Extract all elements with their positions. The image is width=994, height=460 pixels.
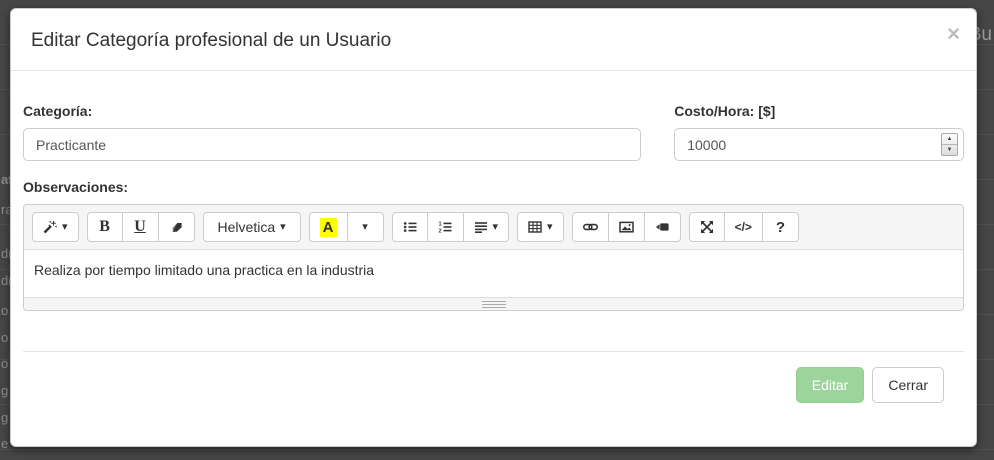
categoria-label: Categoría: bbox=[23, 103, 641, 119]
font-color-icon: A bbox=[320, 218, 337, 237]
numbered-list-icon: 1 2 bbox=[438, 220, 452, 234]
chevron-down-icon: ▾ bbox=[362, 222, 368, 233]
svg-text:2: 2 bbox=[439, 228, 442, 234]
style-group: ▾ bbox=[32, 212, 79, 242]
video-icon bbox=[655, 220, 670, 234]
svg-text:1: 1 bbox=[439, 221, 442, 227]
chevron-down-icon: ▾ bbox=[280, 222, 286, 233]
font-color-button[interactable]: A bbox=[309, 212, 348, 242]
color-group: A ▾ bbox=[309, 212, 384, 242]
paragraph-group: 1 2 ▾ bbox=[392, 212, 510, 242]
bold-button[interactable]: B bbox=[87, 212, 123, 242]
clear-format-button[interactable] bbox=[159, 212, 195, 242]
paragraph-align-dropdown[interactable]: ▾ bbox=[464, 212, 510, 242]
background-text-fragment: g bbox=[1, 410, 8, 425]
categoria-input[interactable] bbox=[23, 128, 641, 161]
background-text-fragment: o bbox=[1, 356, 8, 371]
underline-button[interactable]: U bbox=[123, 212, 159, 242]
misc-group: </> ? bbox=[689, 212, 799, 242]
cerrar-button[interactable]: Cerrar bbox=[872, 367, 944, 403]
ordered-list-button[interactable]: 1 2 bbox=[428, 212, 464, 242]
bullet-list-icon bbox=[403, 220, 417, 234]
font-family-value: Helvetica bbox=[218, 219, 276, 235]
font-family-dropdown[interactable]: Helvetica ▾ bbox=[203, 212, 301, 242]
fullscreen-icon bbox=[700, 220, 714, 234]
insert-link-button[interactable] bbox=[572, 212, 609, 242]
spinner-down-icon[interactable]: ▼ bbox=[942, 145, 957, 155]
unordered-list-button[interactable] bbox=[392, 212, 428, 242]
spinner-up-icon[interactable]: ▲ bbox=[942, 134, 957, 145]
modal-body: Categoría: Costo/Hora: [$] ▲ ▼ Observaci… bbox=[11, 71, 976, 418]
magic-style-button[interactable]: ▾ bbox=[32, 212, 79, 242]
help-button[interactable]: ? bbox=[763, 212, 799, 242]
modal-footer: Editar Cerrar bbox=[23, 351, 964, 418]
insert-image-button[interactable] bbox=[609, 212, 645, 242]
close-icon[interactable]: × bbox=[947, 23, 960, 45]
chevron-down-icon: ▾ bbox=[62, 222, 68, 233]
chevron-down-icon: ▾ bbox=[547, 222, 553, 233]
magic-wand-icon bbox=[43, 220, 57, 234]
font-style-group: B U bbox=[87, 212, 195, 242]
fullscreen-button[interactable] bbox=[689, 212, 725, 242]
edit-category-modal: Editar Categoría profesional de un Usuar… bbox=[10, 8, 977, 447]
align-lines-icon bbox=[474, 220, 488, 234]
costo-hora-label: Costo/Hora: [$] bbox=[674, 103, 964, 119]
table-dropdown[interactable]: ▾ bbox=[517, 212, 564, 242]
code-icon: </> bbox=[735, 220, 752, 234]
rich-text-editor: ▾ B U bbox=[23, 204, 964, 311]
question-icon: ? bbox=[776, 219, 785, 236]
observaciones-editor-area[interactable]: Realiza por tiempo limitado una practica… bbox=[24, 250, 963, 297]
editor-resize-bar[interactable] bbox=[24, 297, 963, 310]
link-icon bbox=[583, 220, 598, 234]
underline-icon: U bbox=[134, 218, 146, 236]
number-spinner: ▲ ▼ bbox=[941, 133, 958, 156]
chevron-down-icon: ▾ bbox=[493, 222, 499, 233]
editor-toolbar: ▾ B U bbox=[24, 205, 963, 250]
insert-video-button[interactable] bbox=[645, 212, 681, 242]
background-text-fragment: o bbox=[1, 303, 8, 318]
background-text-fragment: e bbox=[1, 436, 8, 451]
code-view-button[interactable]: </> bbox=[725, 212, 763, 242]
background-text-fragment: g bbox=[1, 383, 8, 398]
resize-grip-icon bbox=[482, 301, 506, 308]
image-icon bbox=[619, 220, 634, 234]
table-group: ▾ bbox=[517, 212, 564, 242]
font-family-group: Helvetica ▾ bbox=[203, 212, 301, 242]
observaciones-label: Observaciones: bbox=[23, 179, 964, 195]
editar-button[interactable]: Editar bbox=[796, 367, 865, 403]
table-icon bbox=[528, 220, 542, 234]
background-text-fragment: o bbox=[1, 330, 8, 345]
modal-title: Editar Categoría profesional de un Usuar… bbox=[31, 26, 956, 56]
eraser-icon bbox=[169, 220, 183, 234]
costo-hora-input[interactable] bbox=[674, 128, 964, 161]
insert-group bbox=[572, 212, 681, 242]
font-color-dropdown[interactable]: ▾ bbox=[348, 212, 384, 242]
modal-header: Editar Categoría profesional de un Usuar… bbox=[11, 9, 976, 71]
bold-icon: B bbox=[99, 218, 110, 236]
